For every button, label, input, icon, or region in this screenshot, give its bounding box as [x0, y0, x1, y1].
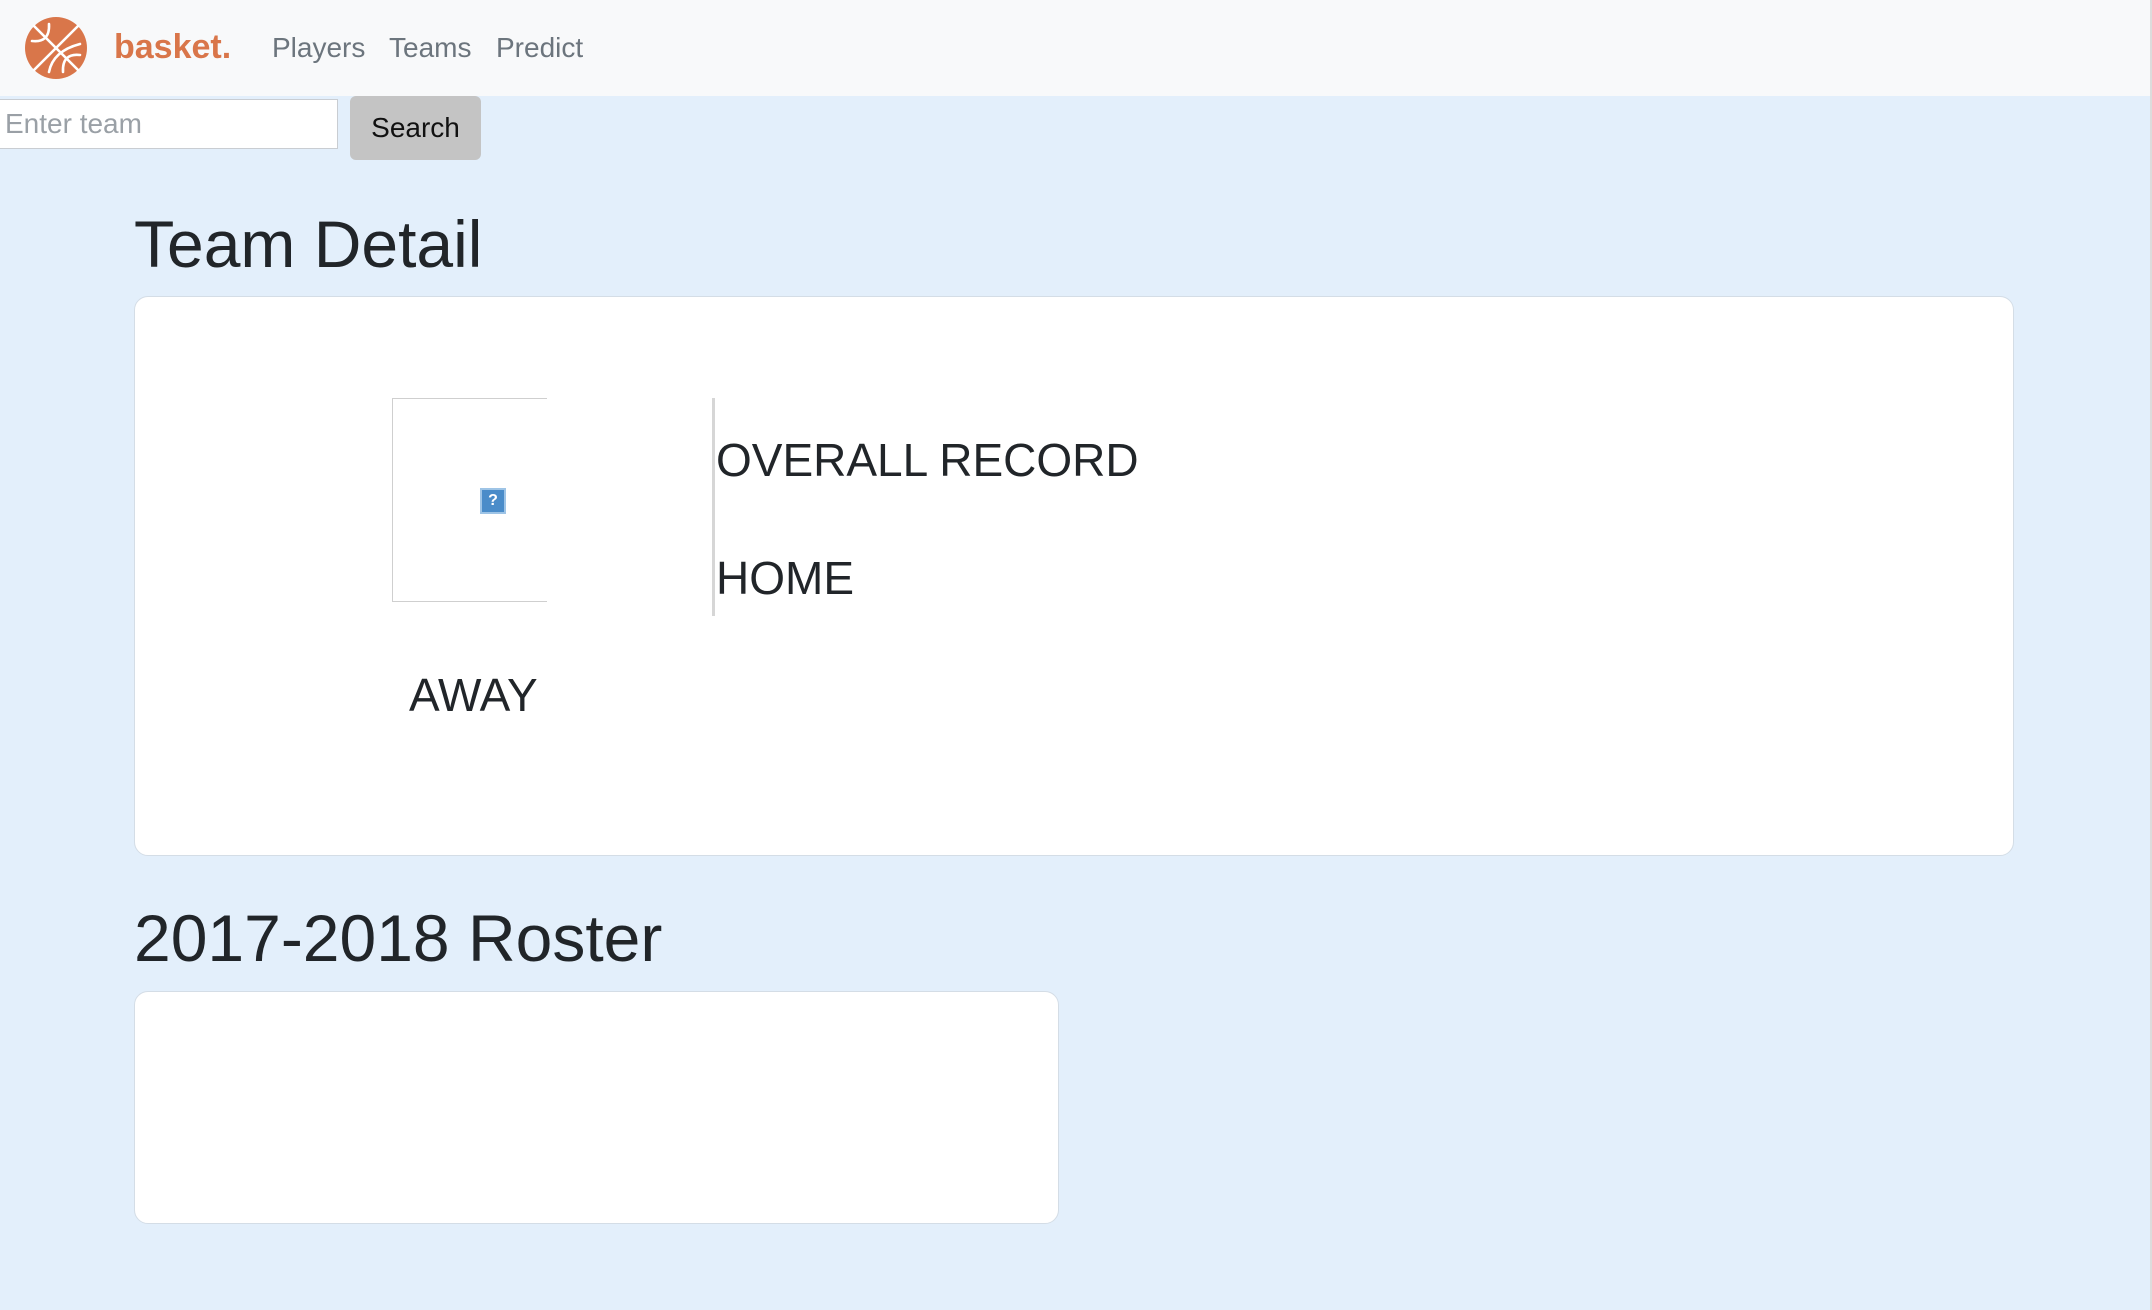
- team-detail-card: ? OVERALL RECORD HOME AWAY: [134, 296, 2014, 856]
- away-record-label: AWAY: [409, 669, 538, 721]
- roster-card: [134, 991, 1059, 1224]
- nav-link-teams[interactable]: Teams: [389, 29, 471, 67]
- broken-image-icon: ?: [480, 488, 506, 514]
- search-button[interactable]: Search: [350, 96, 481, 160]
- home-record-label: HOME: [716, 552, 854, 604]
- record-divider: [712, 398, 715, 616]
- team-detail-title: Team Detail: [134, 207, 483, 281]
- basketball-logo-icon[interactable]: [24, 16, 88, 80]
- roster-title: 2017-2018 Roster: [134, 901, 663, 975]
- brand-name[interactable]: basket.: [114, 26, 231, 68]
- page: basket. Players Teams Predict Search Tea…: [0, 0, 2150, 1310]
- navbar: basket. Players Teams Predict: [0, 0, 2150, 96]
- nav-link-predict[interactable]: Predict: [496, 29, 583, 67]
- overall-record-label: OVERALL RECORD: [716, 434, 1139, 486]
- nav-link-players[interactable]: Players: [272, 29, 365, 67]
- team-logo: ?: [392, 398, 547, 602]
- team-search-input[interactable]: [0, 99, 338, 149]
